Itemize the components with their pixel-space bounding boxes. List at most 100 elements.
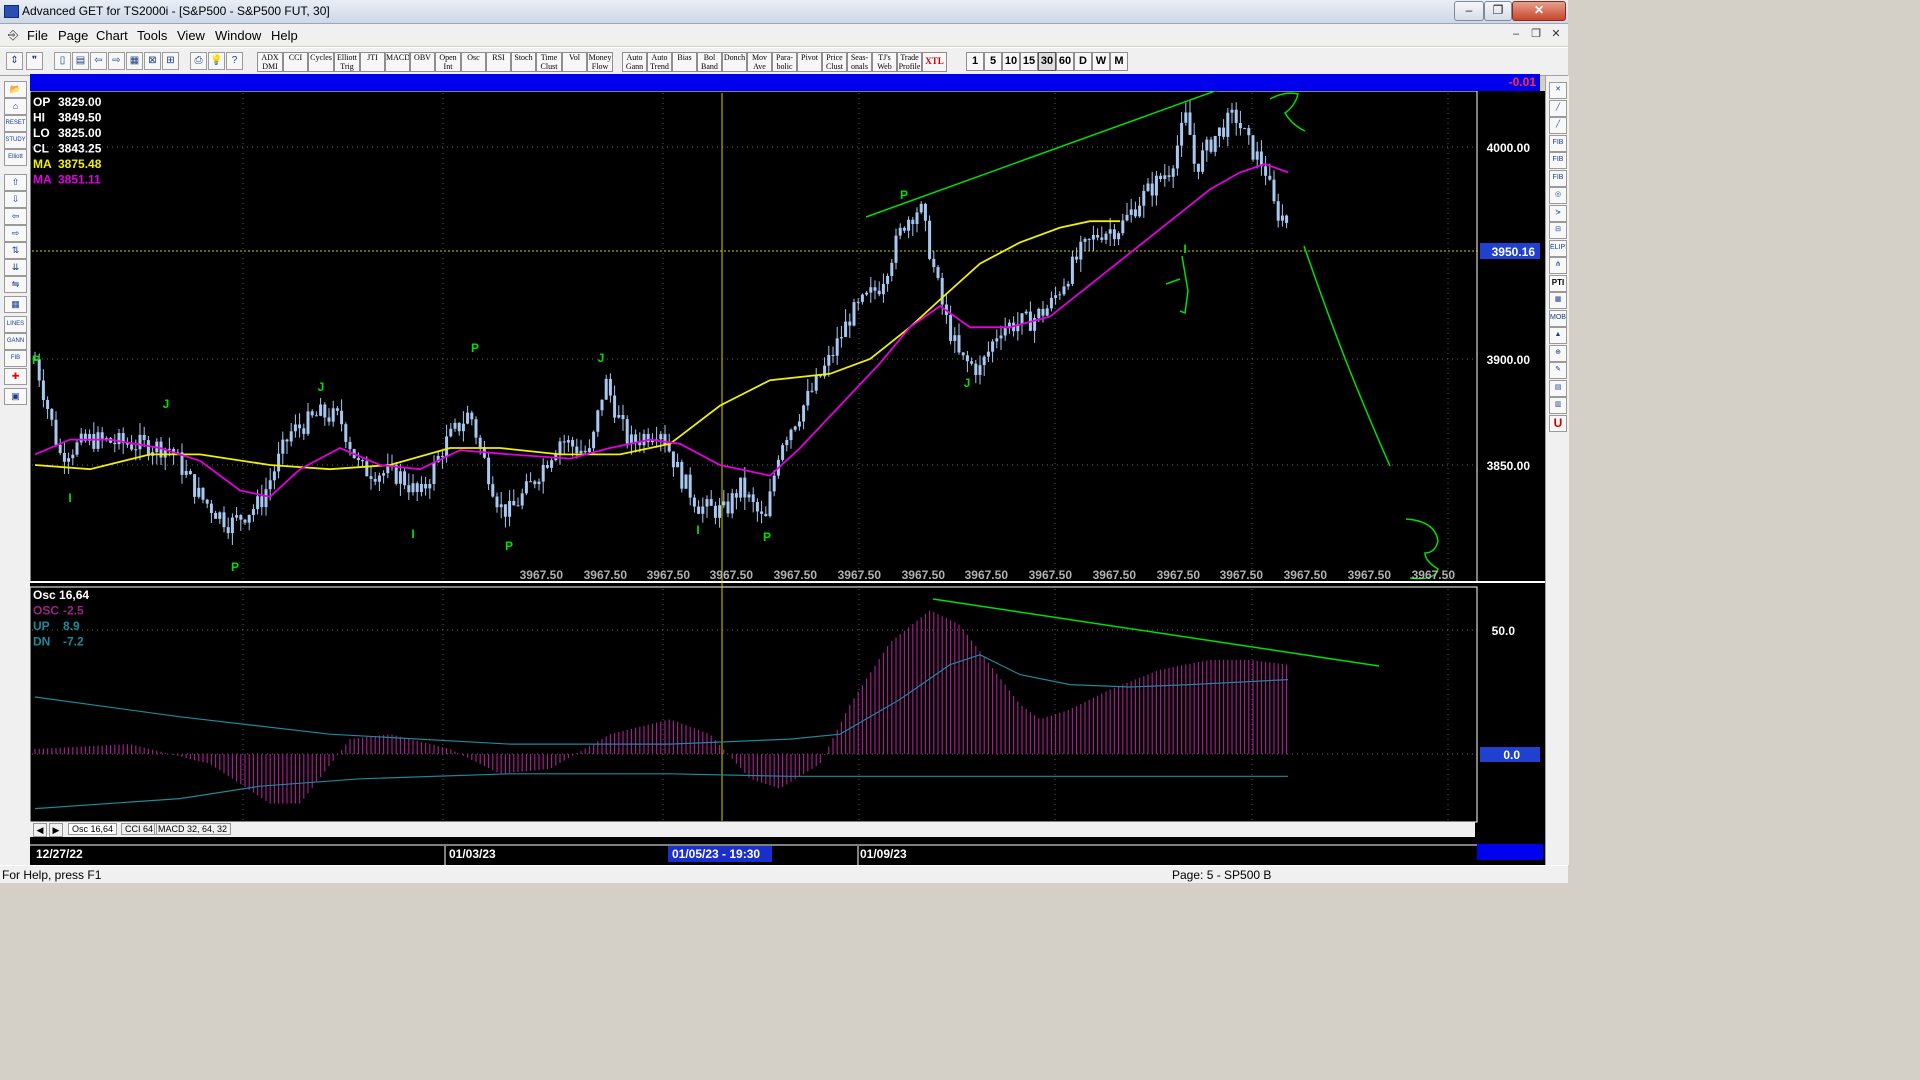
context-help-icon[interactable]: ? <box>226 52 243 70</box>
left-tool-13[interactable]: LINES <box>4 316 27 333</box>
indicator-button-5[interactable]: MACD <box>385 52 410 72</box>
left-tool-14[interactable]: GANN <box>4 333 27 350</box>
menu-page[interactable]: Page <box>58 28 88 43</box>
study-button-1[interactable]: Auto Trend <box>647 52 672 72</box>
right-tool-3[interactable]: FIB RET <box>1549 134 1567 152</box>
indicator-button-2[interactable]: Cycles <box>308 52 334 72</box>
left-tool-5[interactable]: ⇧ <box>4 174 27 191</box>
indicator-button-3[interactable]: Elliott Trig <box>334 52 360 72</box>
right-tool-13[interactable]: MOB <box>1549 309 1567 327</box>
right-tool-10[interactable]: ⋔ <box>1549 257 1567 274</box>
interval-button-W[interactable]: W <box>1092 52 1110 71</box>
forward-icon[interactable]: ⇨ <box>108 52 125 70</box>
left-tool-4[interactable]: Elliott <box>4 149 27 166</box>
print-icon[interactable]: ⎙ <box>190 52 207 70</box>
tab-osc[interactable]: Osc 16,64 <box>68 823 118 835</box>
study-button-9[interactable]: Seas- onals <box>847 52 872 72</box>
minimize-button[interactable]: – <box>1454 1 1484 21</box>
indicator-button-8[interactable]: Osc <box>461 52 486 72</box>
left-tool-8[interactable]: ⇨ <box>4 225 27 242</box>
mdi-restore-button[interactable]: ❐ <box>1528 27 1544 43</box>
left-tool-3[interactable]: STUDY <box>4 132 27 149</box>
interval-button-30[interactable]: 30 <box>1038 52 1056 71</box>
study-button-4[interactable]: Donch <box>722 52 747 72</box>
right-tool-11[interactable]: PTI <box>1549 274 1567 292</box>
chart-area[interactable]: P I J P J I P P J I P P J I 4000.00 3900.00 3850.00 3950… <box>30 91 1545 865</box>
interval-button-60[interactable]: 60 <box>1056 52 1074 71</box>
tab-scroll-left[interactable]: ◀ <box>33 823 47 837</box>
study-button-12[interactable]: XTL <box>922 52 947 72</box>
indicator-button-11[interactable]: Time Clust <box>536 52 562 72</box>
study-button-0[interactable]: Auto Gann <box>622 52 647 72</box>
right-tool-9[interactable]: ELIPS <box>1549 239 1567 257</box>
right-tool-12[interactable]: ▦ <box>1549 292 1567 309</box>
document-icon[interactable]: ⎆ <box>8 27 18 43</box>
right-tool-6[interactable]: ◎ <box>1549 187 1567 204</box>
mdi-close-button[interactable]: ✕ <box>1548 27 1564 43</box>
indicator-button-9[interactable]: RSI <box>486 52 511 72</box>
left-tool-12[interactable]: ▦ <box>4 296 27 313</box>
right-tool-17[interactable]: ▤ <box>1549 379 1567 397</box>
interval-button-M[interactable]: M <box>1110 52 1128 71</box>
indicator-button-7[interactable]: Open Int <box>435 52 461 72</box>
interval-button-1[interactable]: 1 <box>966 52 984 71</box>
study-button-5[interactable]: Mov Ave <box>747 52 772 72</box>
study-button-3[interactable]: Bol Band <box>697 52 722 72</box>
indicator-button-1[interactable]: CCI <box>283 52 308 72</box>
right-tool-1[interactable]: ╱ <box>1549 99 1567 117</box>
menu-view[interactable]: View <box>177 28 205 43</box>
left-tool-17[interactable]: ▣ <box>4 388 27 405</box>
quote-icon[interactable]: ❞ <box>26 52 43 70</box>
left-tool-10[interactable]: ⇊ <box>4 259 27 276</box>
right-tool-4[interactable]: FIB EXT <box>1549 152 1567 169</box>
study-button-6[interactable]: Para- bolic <box>772 52 797 72</box>
interval-button-5[interactable]: 5 <box>984 52 1002 71</box>
indicator-button-6[interactable]: OBV <box>410 52 435 72</box>
tab-cci[interactable]: CCI 64 <box>121 823 158 835</box>
tab-scroll-right[interactable]: ▶ <box>49 823 63 837</box>
right-tool-8[interactable]: ⊟ <box>1549 222 1567 239</box>
left-tool-0[interactable]: 📂 <box>4 81 27 98</box>
interval-button-10[interactable]: 10 <box>1002 52 1020 71</box>
right-tool-15[interactable]: ⊕ <box>1549 344 1567 362</box>
menu-chart[interactable]: Chart <box>96 28 128 43</box>
interval-button-D[interactable]: D <box>1074 52 1092 71</box>
study-button-11[interactable]: Trade Profile <box>897 52 922 72</box>
menu-window[interactable]: Window <box>215 28 261 43</box>
left-tool-9[interactable]: ⇅ <box>4 242 27 259</box>
right-tool-19[interactable]: U <box>1549 414 1567 432</box>
close-button[interactable]: ✕ <box>1512 1 1566 21</box>
indicator-button-4[interactable]: JTI <box>360 52 385 72</box>
menu-tools[interactable]: Tools <box>137 28 167 43</box>
mdi-minimize-button[interactable]: – <box>1508 27 1524 43</box>
left-tool-15[interactable]: FIB <box>4 350 27 367</box>
right-tool-16[interactable]: ✎ <box>1549 362 1567 379</box>
left-tool-1[interactable]: ⌂ <box>4 98 27 115</box>
left-tool-7[interactable]: ⇦ <box>4 208 27 225</box>
right-tool-7[interactable]: ⋟ <box>1549 204 1567 222</box>
left-tool-2[interactable]: RESET <box>4 115 27 132</box>
time-scrollbar[interactable] <box>1477 844 1543 860</box>
indicator-button-10[interactable]: Stoch <box>511 52 536 72</box>
new-page-icon[interactable]: ▯ <box>54 52 71 70</box>
hint-icon[interactable]: 💡 <box>208 52 225 70</box>
right-tool-2[interactable]: ╱ <box>1549 117 1567 134</box>
right-tool-0[interactable]: ✕ <box>1549 82 1567 99</box>
right-tool-14[interactable]: ▲ <box>1549 327 1567 344</box>
maximize-button[interactable]: ❐ <box>1484 1 1512 21</box>
pointer-icon[interactable]: ⇕ <box>6 52 23 70</box>
study-button-7[interactable]: Pivot <box>797 52 822 72</box>
interval-button-15[interactable]: 15 <box>1020 52 1038 71</box>
tab-macd[interactable]: MACD 32, 64, 32 <box>154 823 232 835</box>
menu-file[interactable]: File <box>27 28 48 43</box>
left-tool-16[interactable]: ✚ <box>4 368 27 385</box>
indicator-button-12[interactable]: Vol <box>562 52 587 72</box>
indicator-button-0[interactable]: ADX DMI <box>257 52 283 72</box>
study-button-10[interactable]: TJ's Web <box>872 52 897 72</box>
menu-help[interactable]: Help <box>271 28 298 43</box>
back-icon[interactable]: ⇦ <box>90 52 107 70</box>
open-icon[interactable]: ▤ <box>72 52 89 70</box>
left-tool-11[interactable]: ⇋ <box>4 276 27 293</box>
study-button-8[interactable]: Price Clust <box>822 52 847 72</box>
grid-icon[interactable]: ▦ <box>126 52 143 70</box>
